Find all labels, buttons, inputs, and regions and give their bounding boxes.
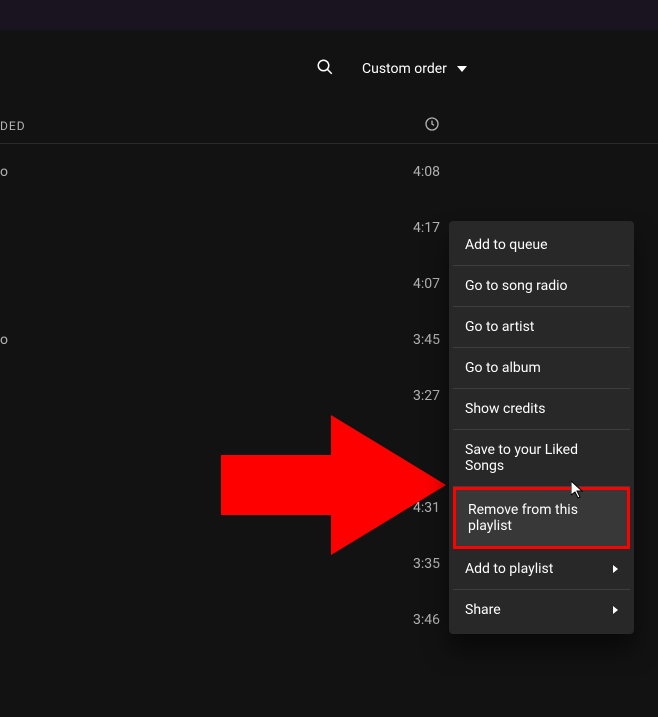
column-header-duration[interactable] [424, 116, 440, 135]
menu-item-add-to-queue[interactable]: Add to queue [453, 225, 630, 266]
track-duration: 4:07 [180, 276, 440, 292]
arrow-annotation [201, 405, 461, 569]
track-row[interactable]: o 4:08 [0, 144, 658, 200]
chevron-right-icon [613, 606, 618, 614]
menu-item-label: Go to artist [465, 319, 534, 335]
track-added: o [0, 332, 180, 348]
clock-icon [424, 116, 440, 132]
chevron-right-icon [613, 565, 618, 573]
menu-item-label: Share [465, 602, 501, 618]
menu-item-go-to-album[interactable]: Go to album [453, 348, 630, 389]
controls-row: Custom order [0, 30, 658, 108]
menu-item-show-credits[interactable]: Show credits [453, 389, 630, 430]
menu-item-add-to-playlist[interactable]: Add to playlist [453, 549, 630, 590]
menu-item-label: Add to queue [465, 237, 548, 253]
track-duration: 3:46 [180, 612, 440, 628]
top-bar [0, 0, 658, 30]
track-duration: 3:27 [180, 388, 440, 404]
menu-item-label: Add to playlist [465, 561, 553, 577]
menu-item-label: Show credits [465, 401, 545, 417]
menu-item-go-to-song-radio[interactable]: Go to song radio [453, 266, 630, 307]
column-header-row: DED [0, 108, 658, 144]
track-duration: 4:17 [180, 220, 440, 236]
chevron-down-icon [457, 66, 467, 72]
menu-item-save-to-liked[interactable]: Save to your Liked Songs [453, 430, 630, 487]
menu-item-label: Remove from this playlist [468, 502, 615, 534]
track-duration: 3:45 [180, 332, 440, 348]
search-icon[interactable] [316, 58, 334, 80]
menu-item-go-to-artist[interactable]: Go to artist [453, 307, 630, 348]
sort-label: Custom order [362, 61, 447, 77]
track-row[interactable] [0, 648, 658, 704]
column-header-added[interactable]: DED [0, 119, 180, 133]
context-menu: Add to queue Go to song radio Go to arti… [449, 221, 634, 634]
menu-item-remove-from-playlist[interactable]: Remove from this playlist [453, 487, 630, 549]
sort-dropdown[interactable]: Custom order [362, 61, 467, 77]
track-added: o [0, 164, 180, 180]
menu-item-share[interactable]: Share [453, 590, 630, 630]
menu-item-label: Go to album [465, 360, 541, 376]
track-duration: 4:08 [180, 164, 440, 180]
menu-item-label: Go to song radio [465, 278, 568, 294]
menu-item-label: Save to your Liked Songs [465, 442, 618, 474]
